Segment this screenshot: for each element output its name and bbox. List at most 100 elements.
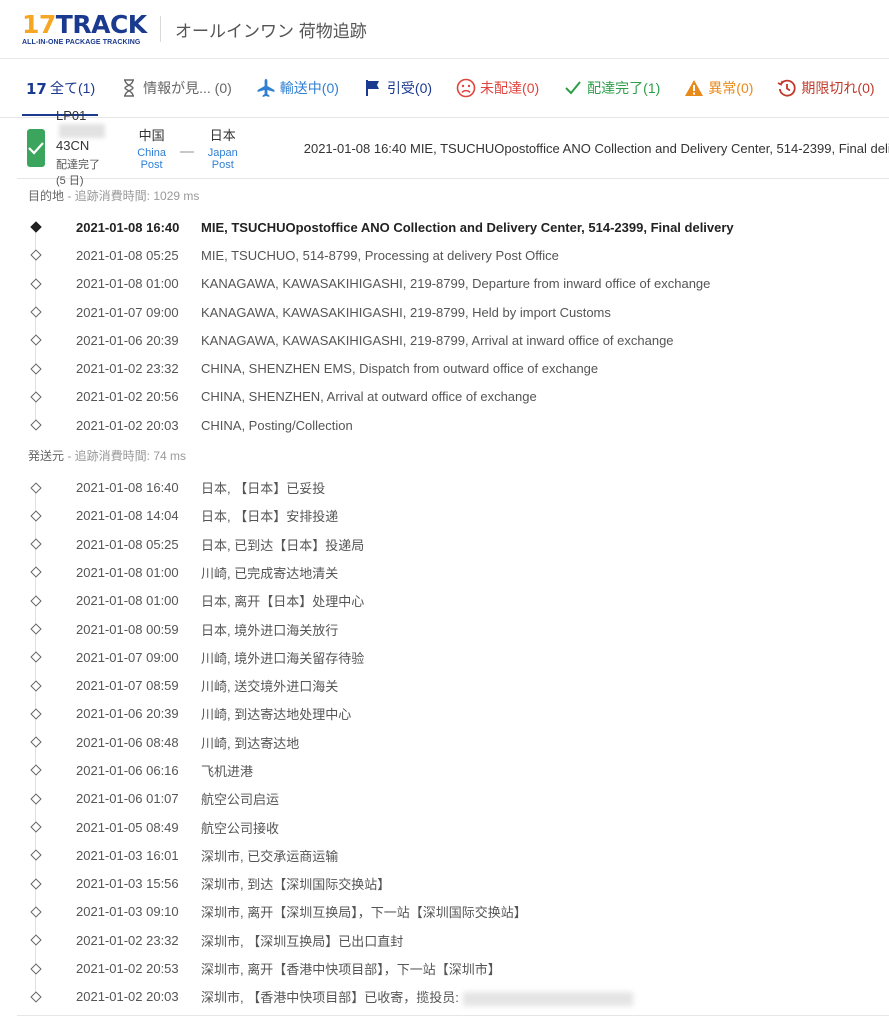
- logo-word: TRACK: [55, 9, 147, 39]
- destination-carrier-link[interactable]: Japan Post: [206, 147, 240, 171]
- event-time: 2021-01-06 06:16: [76, 762, 179, 778]
- tracking-event: 2021-01-08 05:25 MIE, TSUCHUO, 514-8799, …: [28, 241, 889, 269]
- tracking-event: 2021-01-06 08:48 川崎, 到达寄达地: [28, 728, 889, 756]
- timeline-diamond-icon: [28, 306, 44, 318]
- header-divider: [160, 16, 161, 42]
- status-tabs: 17 全て(1) 情報が見... (0) 輸送中(0) 引受(0) 未配達(0)…: [0, 59, 889, 118]
- event-time: 2021-01-07 08:59: [76, 678, 179, 694]
- tracking-event: 2021-01-02 23:32 CHINA, SHENZHEN EMS, Dis…: [28, 354, 889, 382]
- event-description-text: 日本, 境外进口海关放行: [201, 622, 339, 638]
- tab-undelivered-label: 未配達(0): [480, 80, 540, 96]
- 17track-logo[interactable]: 17TRACK ALL-IN-ONE PACKAGE TRACKING: [22, 9, 148, 46]
- tracking-event: 2021-01-03 09:10 深圳市, 离开【深圳互换局】，下一站【深圳国际交…: [28, 898, 889, 926]
- timeline-diamond-icon: [28, 651, 44, 663]
- origin-carrier-link[interactable]: China Post: [135, 147, 168, 171]
- tab-expired-label: 期限切れ(0): [801, 80, 875, 96]
- delivered-status-icon: [27, 129, 45, 167]
- tab-all-label: 全て(1): [50, 80, 96, 96]
- tab-delivered[interactable]: 配達完了(1): [563, 78, 660, 98]
- origin-country-name: 中国: [138, 128, 165, 143]
- tab-in-transit-label: 輸送中(0): [279, 80, 339, 96]
- destination-country-name: 日本: [209, 128, 236, 143]
- tracking-event: 2021-01-08 16:40 MIE, TSUCHUOpostoffice A…: [28, 213, 889, 241]
- event-time: 2021-01-02 20:53: [76, 961, 179, 977]
- check-icon: [563, 78, 583, 98]
- event-description-text: 日本, 【日本】安排投递: [201, 509, 339, 525]
- history-icon: [777, 78, 797, 98]
- timeline-diamond-icon: [28, 566, 44, 579]
- event-description-text: MIE, TSUCHUOpostoffice ANO Collection an…: [201, 219, 734, 235]
- tracking-event: 2021-01-03 16:01 深圳市, 已交承运商运输: [28, 841, 889, 869]
- tracking-event: 2021-01-02 23:32 深圳市, 【深圳互换局】已出口直封: [28, 926, 889, 954]
- package-summary-row[interactable]: LP01 43CN 配達完了 (5 日) 中国 China Post 日本 Jap…: [17, 108, 889, 187]
- event-description-text: 川崎, 已完成寄达地清关: [201, 565, 339, 581]
- event-description-text: 川崎, 到达寄达地处理中心: [201, 707, 352, 723]
- event-description-text: 川崎, 境外进口海关留存待验: [201, 650, 365, 666]
- event-description: 深圳市, 【深圳互换局】已出口直封: [201, 931, 403, 950]
- tracking-event: 2021-01-08 01:00 KANAGAWA, KAWASAKIHIGASH…: [28, 270, 889, 298]
- 17-logo-icon: 17: [26, 78, 46, 98]
- tab-info-label: 情報が見... (0): [143, 80, 232, 96]
- event-description-text: 深圳市, 已交承运商运输: [201, 848, 339, 864]
- timeline-diamond-icon: [28, 249, 44, 262]
- event-time: 2021-01-06 20:39: [76, 332, 179, 348]
- event-description-text: 日本, 离开【日本】处理中心: [201, 594, 365, 610]
- event-description: 川崎, 到达寄达地处理中心: [201, 704, 351, 723]
- event-time: 2021-01-02 20:03: [76, 989, 179, 1005]
- event-description: CHINA, Posting/Collection: [201, 418, 353, 433]
- event-description: 日本, 【日本】安排投递: [201, 506, 338, 525]
- app-header: 17TRACK ALL-IN-ONE PACKAGE TRACKING オールイ…: [0, 0, 889, 59]
- timeline-diamond-icon: [28, 906, 44, 918]
- event-description: KANAGAWA, KAWASAKIHIGASHI, 219-8799, Hel…: [201, 305, 611, 320]
- bottom-divider: [17, 1015, 889, 1016]
- flag-icon: [363, 78, 383, 98]
- event-time: 2021-01-07 09:00: [76, 304, 179, 320]
- logo-number: 17: [22, 9, 56, 39]
- timeline-diamond-icon: [28, 538, 44, 550]
- timeline-diamond-icon: [28, 221, 44, 233]
- event-time: 2021-01-07 09:00: [76, 649, 179, 665]
- tracking-event: 2021-01-02 20:53 深圳市, 离开【香港中快项目部】，下一站【深圳市…: [28, 954, 889, 982]
- tab-in-transit[interactable]: 輸送中(0): [256, 78, 339, 98]
- timeline-diamond-icon: [28, 481, 44, 494]
- timeline-diamond-icon: [28, 962, 44, 975]
- tab-undelivered[interactable]: 未配達(0): [456, 78, 539, 98]
- origin-section-header: 発送元 - 追跡消費時間: 74 ms: [0, 439, 889, 473]
- timeline-diamond-icon: [28, 362, 44, 375]
- event-time: 2021-01-03 09:10: [76, 904, 179, 920]
- event-description: 川崎, 到达寄达地: [201, 733, 299, 752]
- timeline-diamond-icon: [28, 849, 44, 862]
- tracking-number[interactable]: LP01 43CN: [56, 108, 108, 153]
- tab-info-not-found[interactable]: 情報が見... (0): [119, 78, 232, 98]
- event-description: 航空公司接收: [201, 818, 279, 837]
- tracking-event: 2021-01-08 05:25 日本, 已到达【日本】投递局: [28, 530, 889, 558]
- tab-pickup[interactable]: 引受(0): [363, 78, 432, 98]
- tab-all[interactable]: 17 全て(1): [26, 78, 95, 98]
- event-description-text: 深圳市, 离开【深圳互换局】，下一站【深圳国际交换站】: [201, 905, 527, 921]
- tracking-event: 2021-01-03 15:56 深圳市, 到达【深圳国际交换站】: [28, 870, 889, 898]
- sad-face-icon: [456, 78, 476, 98]
- tab-expired[interactable]: 期限切れ(0): [777, 78, 875, 98]
- tracking-event: 2021-01-06 20:39 KANAGAWA, KAWASAKIHIGASH…: [28, 326, 889, 354]
- timeline-diamond-icon: [28, 278, 44, 290]
- tab-alert-label: 異常(0): [708, 80, 754, 96]
- tracking-event: 2021-01-08 00:59 日本, 境外进口海关放行: [28, 615, 889, 643]
- origin-section-timing: - 追跡消費時間: 74 ms: [64, 449, 187, 464]
- timeline-diamond-icon: [28, 623, 44, 635]
- event-description: CHINA, SHENZHEN EMS, Dispatch from outwa…: [201, 361, 598, 376]
- timeline-diamond-icon: [28, 391, 44, 403]
- event-description-text: CHINA, SHENZHEN, Arrival at outward offi…: [201, 389, 537, 405]
- tracking-event: 2021-01-07 09:00 KANAGAWA, KAWASAKIHIGASH…: [28, 298, 889, 326]
- event-description: 日本, 【日本】已妥投: [201, 478, 325, 497]
- timeline-diamond-icon: [28, 736, 44, 748]
- event-description-text: KANAGAWA, KAWASAKIHIGASHI, 219-8799, Dep…: [201, 276, 711, 292]
- package-status: 配達完了 (5 日): [56, 159, 100, 188]
- timeline-diamond-icon: [28, 679, 44, 692]
- tracking-event: 2021-01-08 01:00 日本, 离开【日本】处理中心: [28, 587, 889, 615]
- event-time: 2021-01-02 23:32: [76, 361, 179, 377]
- tab-alert[interactable]: 異常(0): [684, 78, 753, 98]
- logo-tagline: ALL-IN-ONE PACKAGE TRACKING: [22, 38, 141, 46]
- route: 中国 China Post 日本 Japan Post: [135, 125, 240, 171]
- timeline-diamond-icon: [28, 595, 44, 607]
- tracking-event: 2021-01-08 16:40 日本, 【日本】已妥投: [28, 473, 889, 501]
